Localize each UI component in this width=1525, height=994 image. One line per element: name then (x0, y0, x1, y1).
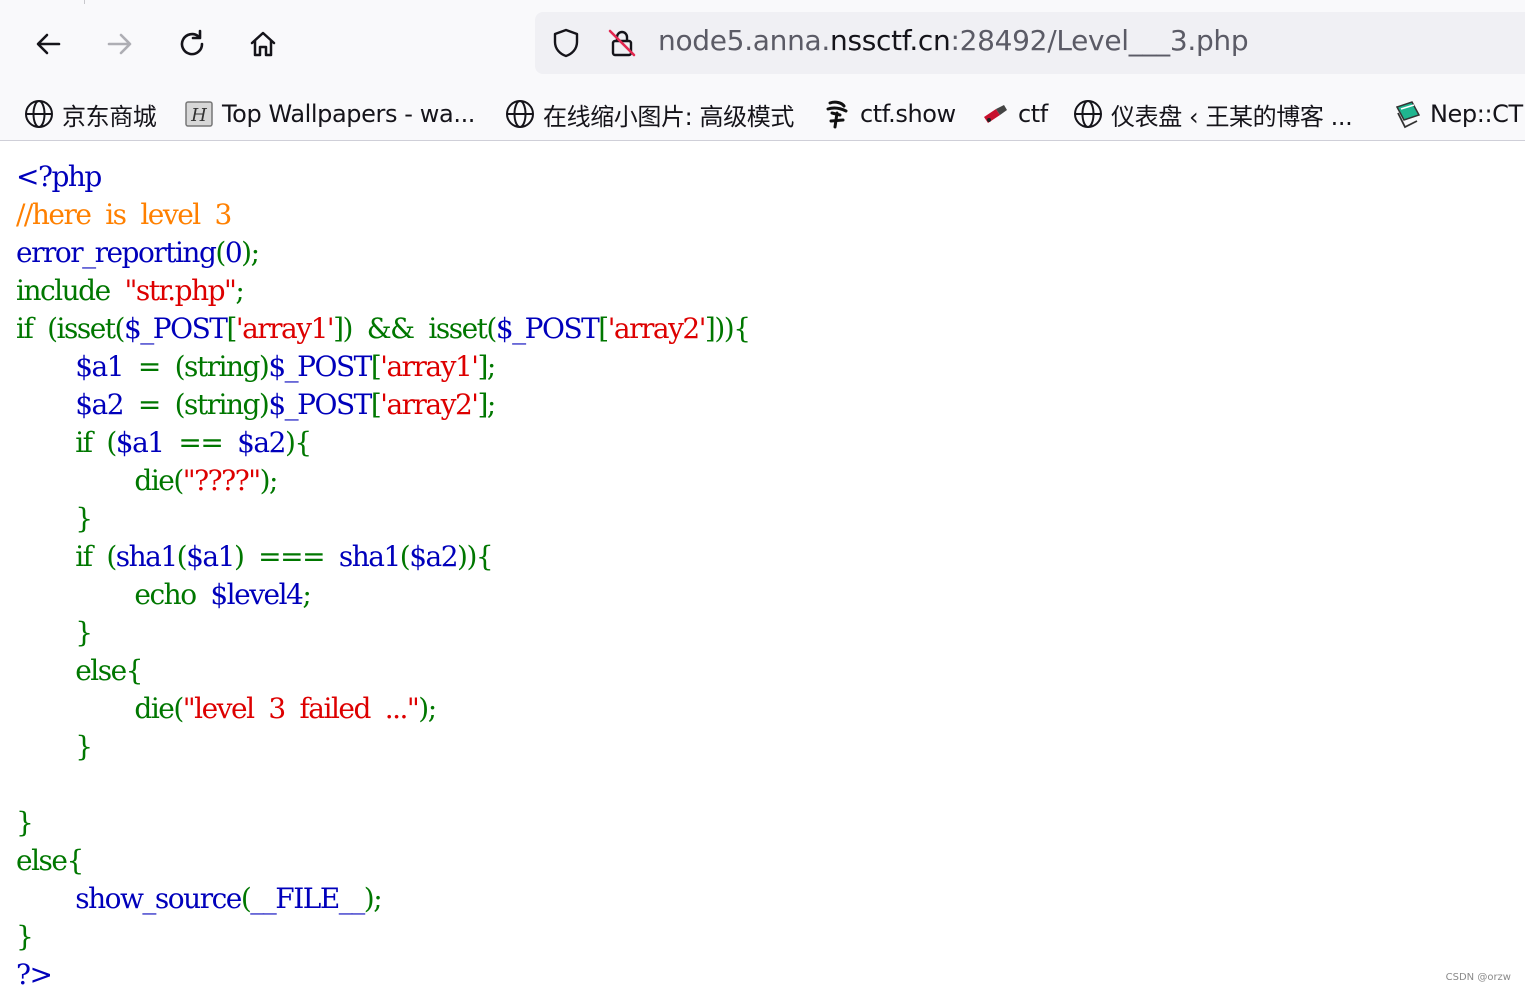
bookmark-item[interactable]: ctf (980, 96, 1048, 132)
bookmark-label: 仪表盘 ‹ 王某的博客 ... (1111, 102, 1353, 131)
code-line: } (16, 616, 93, 649)
back-button[interactable] (28, 24, 68, 64)
bookmark-label: Top Wallpapers - wa... (222, 100, 476, 128)
bookmarks-bar: 京东商城 H Top Wallpapers - wa... 在线缩小图片: 高级… (0, 88, 1525, 141)
bookmark-label: ctf (1018, 100, 1048, 128)
code-line: <?php (16, 160, 102, 193)
ctfshow-favicon-icon (826, 100, 848, 129)
address-bar[interactable]: node5.anna.nssctf.cn:28492/Level___3.php (535, 12, 1525, 74)
code-line: ?> (16, 958, 53, 991)
code-line: if ($a1 == $a2){ (16, 426, 312, 459)
reload-icon (180, 29, 204, 56)
browser-toolbar: node5.anna.nssctf.cn:28492/Level___3.php (0, 0, 1525, 88)
php-source-code: <?php //here is level 3 error_reporting(… (16, 158, 751, 994)
code-line: } (16, 502, 93, 535)
code-line: error_reporting(0); (16, 236, 260, 269)
svg-text:H: H (190, 105, 207, 126)
url-domain: nssctf.cn (830, 24, 951, 57)
code-line: } (16, 730, 93, 763)
bookmark-item[interactable]: 仪表盘 ‹ 王某的博客 ... (1073, 96, 1353, 132)
shield-icon[interactable] (550, 27, 582, 59)
back-arrow-icon (36, 33, 61, 55)
code-line: die("????"); (16, 464, 278, 497)
bookmark-item[interactable]: 在线缩小图片: 高级模式 (505, 96, 794, 132)
tab-edge (84, 0, 85, 4)
globe-icon (506, 100, 534, 128)
bookmark-label: 在线缩小图片: 高级模式 (543, 102, 794, 131)
forward-button[interactable] (100, 24, 140, 64)
forward-arrow-icon (107, 33, 132, 55)
code-line: die("level 3 failed ..."); (16, 692, 437, 725)
wallpaper-favicon-icon: H (185, 101, 213, 127)
reload-button[interactable] (172, 24, 212, 64)
url-text[interactable]: node5.anna.nssctf.cn:28492/Level___3.php (658, 24, 1249, 57)
bookmark-label: Nep::CTF (1430, 100, 1525, 128)
code-line: else{ (16, 844, 84, 877)
nep-favicon-icon (1395, 101, 1421, 129)
watermark: CSDN @orzw (1445, 972, 1511, 983)
bookmark-label: ctf.show (860, 100, 956, 128)
code-line: } (16, 920, 34, 953)
code-line: echo $level4; (16, 578, 311, 611)
ctf-favicon-icon (984, 105, 1007, 123)
code-line: show_source(__FILE__); (75, 882, 382, 915)
url-suffix: :28492/Level___3.php (950, 24, 1249, 57)
home-icon (250, 31, 276, 57)
code-line: if (sha1($a1) === sha1($a2)){ (16, 540, 494, 573)
code-line: if (isset($_POST['array1']) && isset($_P… (16, 312, 751, 345)
url-prefix: node5.anna. (658, 24, 831, 57)
bookmark-label: 京东商城 (62, 102, 157, 131)
code-line: //here is level 3 (16, 198, 232, 231)
bookmark-item[interactable]: Nep::CTF (1392, 96, 1525, 132)
globe-icon (25, 100, 53, 128)
bookmark-item[interactable]: H Top Wallpapers - wa... (184, 96, 475, 132)
code-line: else{ (16, 654, 143, 687)
home-button[interactable] (243, 24, 283, 64)
code-line: } (16, 806, 34, 839)
code-line: $a1 = (string)$_POST['array1']; (75, 350, 496, 383)
code-line: $a2 = (string)$_POST['array2']; (75, 388, 496, 421)
insecure-lock-icon[interactable] (606, 27, 638, 59)
code-line: include "str.php"; (16, 274, 245, 307)
bookmark-item[interactable]: ctf.show (822, 96, 956, 132)
globe-icon (1074, 100, 1102, 128)
bookmark-item[interactable]: 京东商城 (24, 96, 157, 132)
